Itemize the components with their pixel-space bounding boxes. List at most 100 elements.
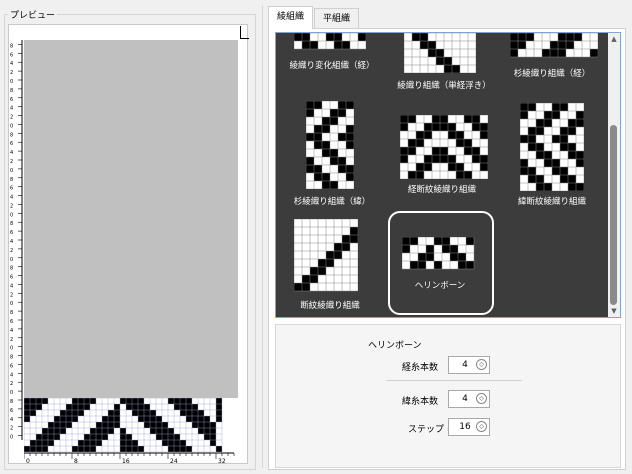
preview-corner-mark [240,26,249,39]
svg-text:0: 0 [10,390,13,396]
weave-gallery-list: 綾織り変化組織（経） 綾織り組織（単経浮き） 杉綾織り組織（経） 杉綾織り組織（… [276,33,608,317]
svg-text:4: 4 [10,239,13,245]
svg-text:8: 8 [10,221,13,227]
spin-updown-icon[interactable]: ◇ [476,393,487,404]
svg-text:16: 16 [122,458,130,464]
svg-text:4: 4 [10,372,13,378]
step-value: 16 [459,422,471,432]
svg-text:6: 6 [10,408,13,414]
gallery-item-weft-broken-twill[interactable]: 緯断紋綾織り組織 [498,97,608,211]
params-title: ヘリンボーン [368,341,422,351]
scrollbar-thumb[interactable] [610,125,617,305]
svg-text:8: 8 [10,132,13,138]
spin-updown-icon[interactable]: ◇ [476,421,487,432]
svg-text:6: 6 [10,230,13,236]
preview-empty-area [24,40,238,398]
svg-text:32: 32 [218,458,226,464]
svg-text:6: 6 [10,363,13,369]
gallery-scrollbar[interactable]: ▲ ▼ [608,33,620,317]
svg-text:0: 0 [10,301,13,307]
svg-text:8: 8 [74,458,78,464]
horizontal-ruler: 0 8 16 24 32 [24,452,235,464]
svg-text:2: 2 [10,381,13,387]
svg-text:8: 8 [10,399,13,405]
svg-text:4: 4 [10,417,13,423]
tab-twill[interactable]: 綾組織 [268,6,314,29]
weave-pattern-thumbnail [404,33,476,73]
weave-pattern-thumbnail [294,219,358,292]
preview-title: プレビュー [8,8,58,21]
svg-text:4: 4 [10,61,13,67]
gallery-item-label: 断紋綾織り組織 [300,301,360,311]
svg-text:2: 2 [10,426,13,432]
selection-highlight [388,211,494,315]
svg-text:6: 6 [10,141,13,147]
svg-text:6: 6 [10,275,13,281]
svg-text:2: 2 [10,248,13,254]
params-divider [386,380,522,381]
svg-text:2: 2 [10,337,13,343]
svg-text:4: 4 [10,106,13,112]
gallery-item-label: 杉綾織り組織（経） [513,69,591,79]
gallery-item-twill-warp-float[interactable]: 綾織り組織（単経浮き） [386,33,496,93]
svg-text:0: 0 [10,212,13,218]
gallery-item-cedar-twill-weft[interactable]: 杉綾織り組織（緯） [276,97,386,211]
svg-text:8: 8 [10,266,13,272]
svg-text:0: 0 [10,168,13,174]
svg-text:0: 0 [10,79,13,85]
svg-text:4: 4 [10,328,13,334]
weave-pattern-thumbnail [400,115,488,179]
weft-count-stepper[interactable]: 4 ◇ [448,390,490,408]
step-stepper[interactable]: 16 ◇ [448,418,490,436]
svg-text:4: 4 [10,195,13,201]
gallery-item-label: 綾織り変化組織（経） [289,61,375,71]
gallery-item-label: 綾織り組織（単経浮き） [397,81,491,91]
scroll-down-icon[interactable]: ▼ [610,307,618,315]
weave-pattern-thumbnail [306,101,354,189]
svg-text:8: 8 [10,88,13,94]
warp-count-value: 4 [462,360,468,370]
weft-count-label: 緯糸本数 [402,397,439,407]
gallery-item-label: 経断紋綾織り組織 [407,185,477,195]
gallery-item-cedar-twill-warp[interactable]: 杉綾織り組織（経） [496,33,608,93]
vertical-ruler: 8 6 4 2 0 8 6 4 2 0 8 6 4 2 0 8 6 4 2 0 8 6 4 2 0 8 6 4 2 0 8 6 4 2 0 8 6 4 2 0… [10,40,23,440]
svg-text:6: 6 [10,52,13,58]
spin-updown-icon[interactable]: ◇ [476,359,487,370]
svg-text:2: 2 [10,203,13,209]
svg-text:8: 8 [10,310,13,316]
svg-text:6: 6 [10,319,13,325]
scroll-up-icon[interactable]: ▲ [610,35,618,43]
gallery-item-twill-variation-warp[interactable]: 綾織り変化組織（経） [276,33,386,93]
panel-splitter[interactable] [262,6,263,468]
svg-text:2: 2 [10,292,13,298]
svg-text:2: 2 [10,115,13,121]
svg-text:6: 6 [10,186,13,192]
svg-text:8: 8 [10,177,13,183]
svg-text:24: 24 [170,458,178,464]
warp-count-stepper[interactable]: 4 ◇ [448,356,490,374]
svg-text:0: 0 [26,458,30,464]
svg-text:6: 6 [10,97,13,103]
svg-text:4: 4 [10,283,13,289]
weave-pattern-thumbnail [520,103,584,191]
svg-text:2: 2 [10,159,13,165]
warp-count-label: 経糸本数 [402,363,439,373]
weave-gallery: 綾織り変化組織（経） 綾織り組織（単経浮き） 杉綾織り組織（経） 杉綾織り組織（… [275,32,621,318]
gallery-item-label: 緯断紋綾織り組織 [517,197,587,207]
gallery-item-label: 杉綾織り組織（緯） [293,197,371,207]
preview-pattern-canvas[interactable] [24,398,224,452]
svg-text:0: 0 [10,123,13,129]
weft-count-value: 4 [462,394,468,404]
svg-text:8: 8 [10,43,13,49]
weave-pattern-thumbnail [510,33,598,58]
gallery-item-warp-broken-twill[interactable]: 経断紋綾織り組織 [386,97,498,211]
gallery-item-broken-twill[interactable]: 断紋綾織り組織 [276,215,386,315]
weave-pattern-thumbnail [294,33,366,50]
svg-text:0: 0 [10,257,13,263]
tab-plain[interactable]: 平組織 [314,8,360,28]
svg-text:8: 8 [10,355,13,361]
svg-text:0: 0 [10,435,13,440]
svg-text:4: 4 [10,150,13,156]
svg-text:2: 2 [10,70,13,76]
svg-text:0: 0 [10,346,13,352]
